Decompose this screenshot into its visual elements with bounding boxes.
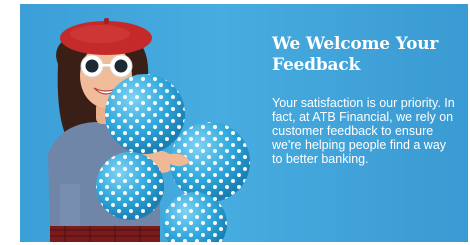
- woman-with-balloons-image: [48, 18, 250, 242]
- feedback-banner: We Welcome Your Feedback Your satisfacti…: [20, 4, 468, 242]
- banner-body-text: Your satisfaction is our priority. In fa…: [272, 96, 455, 166]
- feedback-text-panel: We Welcome Your Feedback Your satisfacti…: [272, 34, 457, 166]
- banner-headline: We Welcome Your Feedback: [272, 34, 439, 75]
